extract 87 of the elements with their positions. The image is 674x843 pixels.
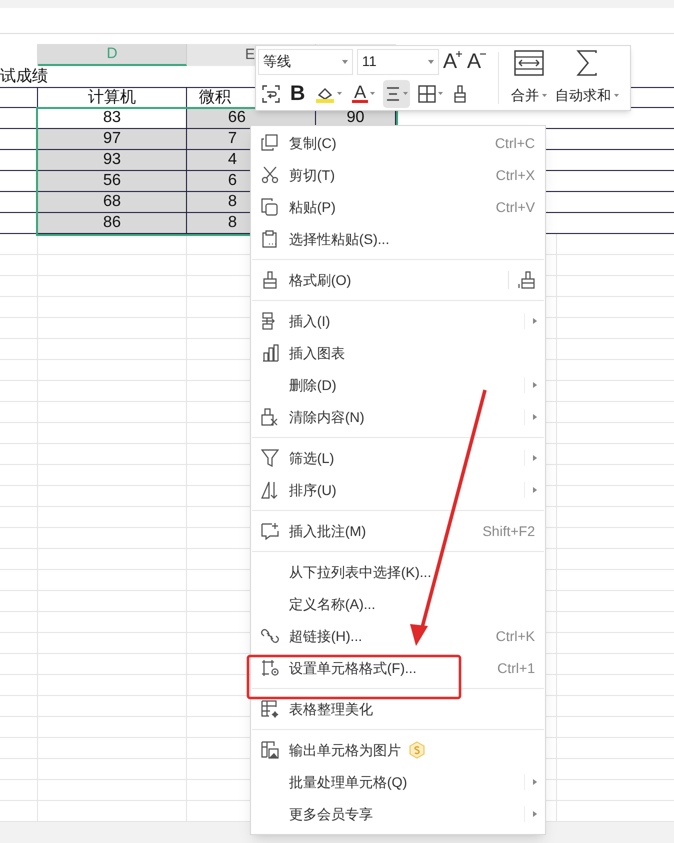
- menu-item[interactable]: 从下拉列表中选择(K)...: [251, 556, 545, 588]
- button-label: 自动求和: [555, 86, 611, 105]
- gear-ruler-icon: [261, 659, 279, 677]
- bar-chart-icon: [261, 344, 279, 362]
- table-picture-icon: [261, 741, 279, 759]
- shortcut-text: Ctrl+K: [496, 626, 536, 646]
- menu-label: 批量处理单元格(Q): [289, 772, 408, 792]
- merge-button[interactable]: 合并: [507, 46, 551, 110]
- menu-label: 更多会员专享: [289, 804, 373, 824]
- table-sparkle-icon: [261, 700, 279, 718]
- caret-icon: [370, 92, 376, 95]
- font-size: 11: [362, 52, 377, 71]
- font-color-button[interactable]: A: [350, 80, 378, 108]
- sort-icon: [261, 481, 279, 499]
- caret-icon: [403, 92, 408, 95]
- caret-icon: [428, 60, 434, 64]
- shortcut-text: Ctrl+X: [496, 166, 536, 184]
- caret-icon: [614, 94, 619, 97]
- font-size-dropdown[interactable]: 11: [357, 48, 439, 74]
- menu-item[interactable]: 设置单元格格式(F)... Ctrl+1: [251, 652, 545, 684]
- menu-label: 格式刷(O): [289, 270, 352, 290]
- caret-icon: [342, 60, 348, 64]
- font-color-label: A: [354, 84, 366, 100]
- sigma-icon: [575, 50, 599, 76]
- shrink-font-button[interactable]: A: [467, 51, 488, 72]
- comment-icon: [261, 522, 279, 540]
- table-cell: 56: [38, 171, 187, 191]
- merge-cells-icon: [514, 50, 544, 76]
- menu-label: 删除(D): [289, 376, 336, 395]
- eraser-icon: [261, 408, 279, 426]
- align-button[interactable]: [383, 80, 410, 108]
- table-cell: 93: [38, 150, 187, 170]
- menu-label: 超链接(H)...: [289, 626, 362, 646]
- grow-font-button[interactable]: A: [443, 51, 464, 72]
- menu-item[interactable]: 删除(D): [251, 369, 545, 401]
- menu-label: 插入(I): [289, 312, 330, 331]
- menu-item[interactable]: 插入(I): [251, 305, 545, 337]
- table-cell: 68: [38, 192, 187, 212]
- menu-item[interactable]: 插入批注(M) Shift+F2: [251, 515, 545, 547]
- menu-label: 插入批注(M): [289, 522, 366, 541]
- menu-item[interactable]: 批量处理单元格(Q): [251, 766, 545, 798]
- caret-icon: [438, 92, 444, 95]
- menu-item[interactable]: 插入图表: [251, 337, 545, 369]
- align-center-icon: [385, 86, 402, 100]
- paste-icon: [261, 198, 279, 216]
- scissors-icon: [261, 166, 279, 184]
- menu-label: 输出单元格为图片: [289, 740, 401, 760]
- menu-item[interactable]: 表格整理美化: [251, 693, 545, 725]
- table-cell: 97: [38, 129, 187, 149]
- menu-item[interactable]: 排序(U): [251, 474, 545, 506]
- button-label: 合并: [511, 86, 539, 105]
- link-icon: [261, 627, 279, 645]
- menu-label: 设置单元格格式(F)...: [289, 658, 417, 678]
- caret-icon: [337, 92, 342, 95]
- clipboard-icon: [261, 230, 279, 248]
- menu-label: 定义名称(A)...: [289, 594, 376, 614]
- border-icon: [418, 84, 436, 102]
- filter-icon: [261, 449, 279, 467]
- shortcut-text: Ctrl+V: [496, 198, 536, 216]
- menu-item[interactable]: 清除内容(N): [251, 401, 545, 433]
- sum-button[interactable]: 自动求和: [551, 46, 623, 110]
- font-dropdown[interactable]: 等线: [258, 48, 353, 74]
- menu-item[interactable]: 筛选(L): [251, 442, 545, 474]
- table-header-cell: 计算机: [38, 88, 187, 107]
- shortcut-text: Shift+F2: [482, 522, 536, 540]
- brush-icon: [453, 84, 468, 102]
- shrink-icon: [479, 51, 488, 57]
- menu-label: 插入图表: [289, 344, 345, 362]
- brush-icon: [261, 271, 279, 289]
- menu-item[interactable]: 输出单元格为图片: [251, 734, 545, 766]
- menu-label: 从下拉列表中选择(K)...: [289, 562, 432, 582]
- title-cell-text: 试成绩: [0, 66, 48, 87]
- menu-item[interactable]: 定义名称(A)...: [251, 588, 545, 620]
- menu-item[interactable]: 超链接(H)... Ctrl+K: [251, 620, 545, 652]
- menu-item[interactable]: 更多会员专享: [251, 798, 545, 830]
- menu-label: 筛选(L): [289, 448, 334, 468]
- copy-icon: [261, 134, 279, 152]
- menu-label: 排序(U): [289, 480, 336, 500]
- menu-item[interactable]: 格式刷(O): [251, 264, 545, 296]
- menu-label: 清除内容(N): [289, 408, 364, 427]
- shortcut-text: Ctrl+C: [494, 134, 536, 152]
- table-cell: 86: [38, 213, 187, 233]
- wrap-text-icon: [262, 84, 280, 102]
- menu-label: 表格整理美化: [289, 700, 373, 718]
- shortcut-text: Ctrl+1: [497, 658, 536, 678]
- caret-icon: [542, 94, 547, 97]
- grow-icon: [455, 51, 464, 57]
